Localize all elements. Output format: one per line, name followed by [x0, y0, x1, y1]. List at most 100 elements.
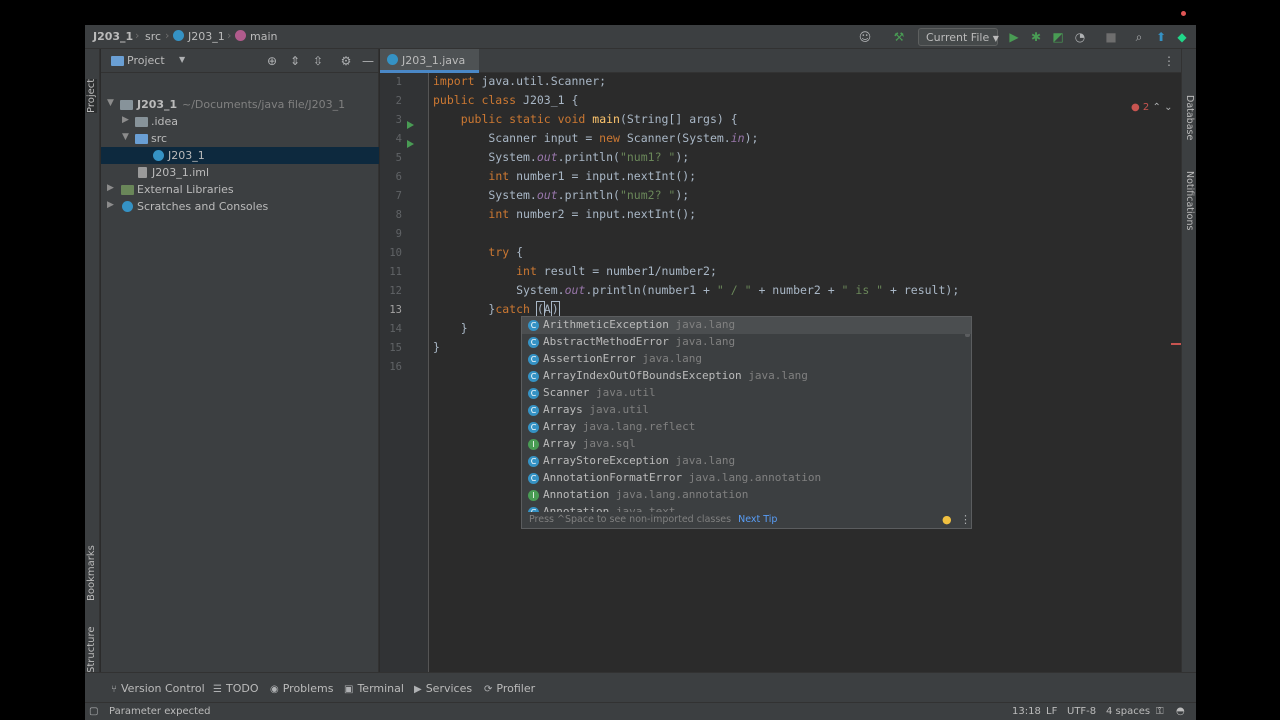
tree-item-label: Scratches and Consoles — [137, 200, 269, 213]
completion-item[interactable]: I Annotation java.lang.annotation — [522, 487, 971, 504]
tree-item-iml[interactable]: J203_1.iml — [101, 164, 379, 181]
debug-icon[interactable]: ✱ — [1028, 29, 1044, 45]
class-icon: C — [528, 473, 539, 484]
structure-tool-tab[interactable]: Structure — [86, 626, 97, 673]
run-configuration-select[interactable]: Current File ▼ — [918, 28, 999, 46]
locate-icon[interactable]: ⊕ — [264, 53, 280, 69]
tree-item-label: External Libraries — [137, 183, 234, 196]
todo-button[interactable]: ☰ TODO — [213, 682, 258, 695]
gear-icon[interactable]: ⚙ — [338, 53, 354, 69]
completion-footer: Press ^Space to see non-imported classes… — [522, 512, 971, 528]
project-tool-tab[interactable]: Project — [86, 78, 97, 113]
line-number: 3 — [395, 114, 402, 126]
database-tool-tab[interactable]: Database — [1184, 95, 1195, 140]
terminal-icon: ▣ — [344, 684, 354, 695]
completion-item[interactable]: C AbstractMethodError java.lang — [522, 334, 971, 351]
line-number: 4 — [395, 133, 402, 145]
breadcrumb-project[interactable]: J203_1 — [93, 30, 133, 43]
search-icon[interactable]: ⌕ — [1131, 29, 1147, 45]
lock-icon[interactable]: ⚿ — [1156, 706, 1164, 717]
line-number: 15 — [389, 342, 402, 354]
terminal-button[interactable]: ▣ Terminal — [344, 682, 404, 695]
profiler-icon: ⟳ — [484, 684, 493, 695]
tree-item-src[interactable]: ▼ src — [101, 130, 379, 147]
tree-item-scratches[interactable]: ▶ Scratches and Consoles — [101, 198, 379, 215]
problems-button[interactable]: ◉ Problems — [270, 682, 333, 695]
caret-position[interactable]: 13:18 — [1012, 706, 1041, 717]
line-separator[interactable]: LF — [1046, 706, 1057, 717]
error-stripe-mark[interactable] — [1171, 343, 1181, 345]
completion-hint: Press ^Space to see non-imported classes — [529, 514, 732, 525]
class-icon: C — [528, 422, 539, 433]
line-number: 16 — [389, 361, 402, 373]
class-icon: C — [528, 405, 539, 416]
error-indicator[interactable]: ● 2 ⌃ ⌄ — [1131, 102, 1172, 113]
completion-item-name: AnnotationFormatError — [543, 471, 683, 484]
tree-item-external-libraries[interactable]: ▶ External Libraries — [101, 181, 379, 198]
file-encoding[interactable]: UTF-8 — [1067, 706, 1096, 717]
completion-item[interactable]: I Array java.sql — [522, 436, 971, 453]
breadcrumb-separator: › — [135, 29, 140, 42]
run-main-gutter-icon[interactable] — [407, 140, 414, 148]
completion-item-package: java.util — [589, 403, 649, 416]
line-number: 7 — [395, 190, 402, 202]
hide-icon[interactable]: — — [360, 53, 376, 69]
completion-item-name: ArrayIndexOutOfBoundsException — [543, 369, 742, 382]
recording-dot — [1181, 11, 1186, 16]
services-button[interactable]: ▶ Services — [414, 682, 472, 695]
completion-item[interactable]: C Scanner java.util — [522, 385, 971, 402]
notifications-tool-tab[interactable]: Notifications — [1184, 171, 1195, 230]
completion-item[interactable]: C Arrays java.util — [522, 402, 971, 419]
code-line: try { — [488, 245, 524, 259]
bookmarks-tool-tab[interactable]: Bookmarks — [86, 545, 97, 601]
completion-item-name: Arrays — [543, 403, 583, 416]
chevron-right-icon: ▶ — [107, 200, 114, 210]
breadcrumb-class-label: J203_1 — [188, 30, 225, 43]
chevron-right-icon: ▶ — [122, 115, 129, 125]
line-number: 1 — [395, 76, 402, 88]
completion-item[interactable]: C ArrayIndexOutOfBoundsException java.lan… — [522, 368, 971, 385]
completion-item[interactable]: C ArithmeticException java.lang — [522, 317, 971, 334]
project-panel-title[interactable]: Project — [127, 54, 165, 67]
completion-item-package: java.util — [595, 386, 656, 399]
user-icon[interactable]: ☺ — [857, 29, 873, 45]
completion-item[interactable]: C ArrayStoreException java.lang — [522, 453, 971, 470]
breadcrumb-method[interactable]: main — [235, 30, 277, 43]
tree-item-class-file[interactable]: J203_1 — [101, 147, 379, 164]
coverage-icon[interactable]: ◩ — [1050, 29, 1066, 45]
editor-tab-java-file[interactable]: J203_1.java — [380, 49, 479, 73]
indent-setting[interactable]: 4 spaces — [1106, 706, 1150, 717]
completion-item-package: java.sql — [582, 437, 636, 450]
run-class-gutter-icon[interactable] — [407, 121, 414, 129]
version-control-button[interactable]: ⑂ Version Control — [111, 682, 205, 695]
update-icon[interactable]: ⬆ — [1153, 29, 1169, 45]
more-options-icon[interactable]: ⋮ — [1161, 53, 1177, 69]
build-hammer-icon[interactable]: ⚒ — [891, 29, 907, 45]
expand-all-icon[interactable]: ⇕ — [287, 53, 303, 69]
stop-icon[interactable]: ■ — [1103, 29, 1119, 45]
completion-item-name: Array — [543, 420, 577, 433]
more-options-icon[interactable]: ⋮ — [960, 513, 971, 526]
breadcrumb-class[interactable]: J203_1 — [173, 30, 225, 43]
tree-item-project-root[interactable]: ▼ J203_1 ~/Documents/java file/J203_1 — [101, 96, 379, 113]
layout-icon[interactable]: ▢ — [89, 706, 98, 717]
profile-icon[interactable]: ◔ — [1072, 29, 1088, 45]
breadcrumb-src[interactable]: src — [145, 30, 161, 43]
scratches-icon — [122, 201, 133, 212]
completion-item[interactable]: C AssertionError java.lang — [522, 351, 971, 368]
completion-item[interactable]: C AnnotationFormatError java.lang.annotat… — [522, 470, 971, 487]
chevron-down-icon[interactable]: ▼ — [179, 55, 185, 64]
lightbulb-icon[interactable]: ● — [942, 513, 952, 526]
profiler-button[interactable]: ⟳ Profiler — [484, 682, 535, 695]
line-number: 14 — [389, 323, 402, 335]
collapse-all-icon[interactable]: ⇳ — [310, 53, 326, 69]
chevron-down-icon: ▼ — [122, 132, 129, 142]
library-icon — [121, 185, 134, 195]
completion-item[interactable]: C Array java.lang.reflect — [522, 419, 971, 436]
next-tip-link[interactable]: Next Tip — [738, 514, 777, 525]
inspection-icon[interactable]: ◓ — [1176, 706, 1185, 717]
jetbrains-icon[interactable]: ◆ — [1174, 29, 1190, 45]
run-icon[interactable]: ▶ — [1006, 29, 1022, 45]
interface-icon: I — [528, 490, 539, 501]
tree-item-idea[interactable]: ▶ .idea — [101, 113, 379, 130]
